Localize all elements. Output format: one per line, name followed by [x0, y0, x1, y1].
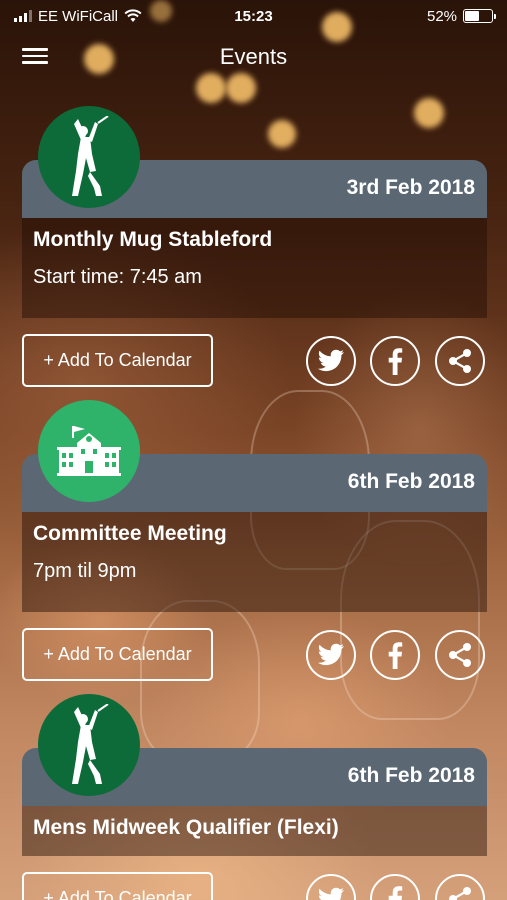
event-date: 3rd Feb 2018	[346, 176, 475, 199]
status-bar: EE WiFiCall 15:23 52%	[0, 0, 507, 32]
event-card[interactable]: 6th Feb 2018 Committee Meeting 7pm til 9…	[0, 400, 507, 690]
share-button[interactable]	[435, 630, 485, 680]
signal-icon	[14, 10, 32, 22]
twitter-icon	[317, 643, 344, 666]
share-icon	[449, 887, 471, 900]
event-time: Start time: 7:45 am	[33, 266, 202, 288]
facebook-icon	[388, 886, 403, 900]
share-icon	[449, 349, 471, 373]
event-title: Monthly Mug Stableford	[33, 228, 273, 251]
event-card[interactable]: 6th Feb 2018 Mens Midweek Qualifier (Fle…	[0, 694, 507, 900]
facebook-share-button[interactable]	[370, 336, 420, 386]
battery-percent: 52%	[426, 7, 458, 25]
event-card[interactable]: 3rd Feb 2018 Monthly Mug Stableford Star…	[0, 106, 507, 396]
event-body: Committee Meeting 7pm til 9pm	[22, 512, 487, 612]
add-to-calendar-button[interactable]: + Add To Calendar	[22, 334, 213, 387]
twitter-share-button[interactable]	[306, 336, 356, 386]
facebook-icon	[388, 348, 403, 375]
add-to-calendar-button[interactable]: + Add To Calendar	[22, 628, 213, 681]
facebook-share-button[interactable]	[370, 874, 420, 900]
twitter-share-button[interactable]	[306, 874, 356, 900]
nav-bar: Events	[0, 34, 507, 80]
facebook-share-button[interactable]	[370, 630, 420, 680]
share-button[interactable]	[435, 874, 485, 900]
battery-icon	[463, 9, 497, 23]
twitter-icon	[318, 887, 344, 900]
facebook-icon	[388, 642, 403, 669]
twitter-icon	[317, 349, 344, 372]
event-date: 6th Feb 2018	[347, 470, 475, 493]
wifi-icon	[124, 9, 142, 22]
golfer-icon	[38, 694, 140, 796]
clubhouse-icon	[38, 400, 140, 502]
clock: 15:23	[234, 7, 273, 25]
add-to-calendar-button[interactable]: + Add To Calendar	[22, 872, 213, 900]
event-time: 7pm til 9pm	[33, 560, 137, 582]
page-title: Events	[219, 44, 288, 69]
event-title: Mens Midweek Qualifier (Flexi)	[33, 816, 339, 839]
share-icon	[449, 643, 471, 667]
golfer-icon	[38, 106, 140, 208]
share-button[interactable]	[435, 336, 485, 386]
carrier-name: EE WiFiCall	[38, 7, 119, 25]
event-body: Mens Midweek Qualifier (Flexi)	[22, 806, 487, 856]
event-body: Monthly Mug Stableford Start time: 7:45 …	[22, 218, 487, 318]
event-title: Committee Meeting	[33, 522, 227, 545]
twitter-share-button[interactable]	[306, 630, 356, 680]
event-date: 6th Feb 2018	[347, 764, 475, 787]
